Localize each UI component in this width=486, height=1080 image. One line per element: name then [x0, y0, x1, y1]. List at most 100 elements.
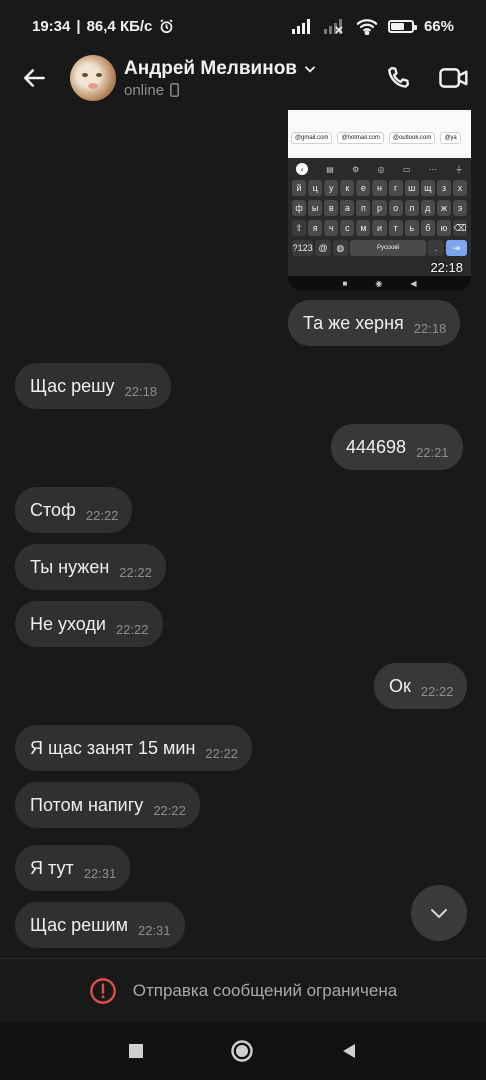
- key: ц: [308, 180, 323, 196]
- message-bubble-incoming[interactable]: Не уходи 22:22: [15, 601, 163, 647]
- key: о: [388, 200, 403, 216]
- messaging-restricted-bar: Отправка сообщений ограничена: [0, 958, 486, 1023]
- message-bubble-incoming[interactable]: Стоф 22:22: [15, 487, 133, 533]
- message-text: Ок: [389, 675, 411, 696]
- message-bubble-incoming[interactable]: Щас решим 22:31: [15, 902, 185, 948]
- online-status: online: [124, 81, 165, 99]
- message-bubble-outgoing[interactable]: 444698 22:21: [331, 424, 463, 470]
- message-time: 22:22: [119, 564, 152, 580]
- key: у: [324, 180, 339, 196]
- message-text: Ты нужен: [30, 556, 110, 577]
- message-time: 22:31: [83, 865, 117, 881]
- back-button[interactable]: [20, 63, 50, 93]
- key: к: [340, 180, 355, 196]
- chat-header: Андрей Мелвинов online: [0, 52, 486, 104]
- keyboard-toolbar: ‹ ▤ ⚙ ◎ ▭ ⋯ ⏚: [292, 162, 467, 176]
- message-time: 22:22: [420, 683, 454, 699]
- key: з: [436, 180, 451, 196]
- more-icon: ⋯: [428, 164, 437, 174]
- message-text: Я щас занят 15 мин: [30, 737, 196, 758]
- chevron-down-icon: [305, 65, 315, 73]
- avatar[interactable]: [70, 55, 116, 101]
- contact-name[interactable]: Андрей Мелвинов: [124, 58, 317, 80]
- contact-info[interactable]: Андрей Мелвинов online: [124, 58, 317, 99]
- key: а: [340, 200, 355, 216]
- wifi-icon: [356, 18, 378, 35]
- message-text: Потом напигу: [30, 794, 144, 815]
- scroll-to-bottom-button[interactable]: [411, 885, 467, 941]
- message-time: 22:22: [205, 745, 238, 761]
- alert-circle-icon: [89, 978, 116, 1004]
- palette-icon: ◎: [377, 164, 385, 174]
- alarm-icon: [160, 18, 174, 33]
- message-time: 22:22: [85, 507, 119, 523]
- message-time: 22:21: [416, 444, 449, 460]
- key: ф: [292, 200, 307, 216]
- back-nav-button[interactable]: [340, 1042, 358, 1060]
- signal-disabled-icon: [323, 19, 343, 34]
- key: д: [420, 200, 435, 216]
- key: ь: [404, 220, 419, 236]
- keyboard-row: й ц у к е н г ш щ з х: [292, 180, 468, 196]
- key: ?123: [292, 240, 314, 256]
- contact-name-label: Андрей Мелвинов: [124, 57, 297, 79]
- battery-percent: 66%: [423, 17, 454, 35]
- key: л: [404, 200, 419, 216]
- battery-level: [390, 22, 404, 30]
- message-bubble-outgoing[interactable]: Ок 22:22: [374, 663, 468, 709]
- mic-off-icon: ⏚: [454, 164, 463, 174]
- settings-icon: ⚙: [352, 164, 360, 174]
- keyboard-row: ?123 @ ◍ Русский . ⇥: [292, 240, 468, 256]
- phone-call-icon[interactable]: [384, 64, 412, 92]
- message-time: 22:22: [115, 621, 149, 637]
- system-navigation-bar: [0, 1022, 486, 1080]
- message-list[interactable]: @gmail.com @hotmail.com @outlook.com @ya…: [0, 104, 486, 958]
- message-text: 444698: [346, 436, 407, 457]
- restriction-text: Отправка сообщений ограничена: [132, 981, 398, 1000]
- key: б: [420, 220, 435, 236]
- key: с: [340, 220, 355, 236]
- message-time: 22:18: [413, 320, 447, 336]
- keyboard-row: ⇧ я ч с м и т ь б ю ⌫: [292, 220, 468, 236]
- screenshot-navbar: ■ ◉ ◀: [342, 279, 417, 288]
- arrow-left-icon: [24, 69, 45, 87]
- key: э: [452, 200, 468, 216]
- message-text: Я тут: [30, 857, 74, 878]
- screenshot-browser-area: @gmail.com @hotmail.com @outlook.com @ya: [288, 110, 471, 158]
- message-time: 22:31: [137, 922, 171, 938]
- message-text: Та же херня: [303, 312, 404, 333]
- message-bubble-incoming[interactable]: Я тут 22:31: [15, 845, 131, 891]
- key: и: [372, 220, 387, 236]
- message-bubble-incoming[interactable]: Щас решу 22:18: [15, 363, 172, 409]
- key: ж: [436, 200, 451, 216]
- recent-apps-button[interactable]: [128, 1043, 144, 1059]
- home-button[interactable]: [230, 1039, 254, 1063]
- message-text: Не уходи: [30, 613, 106, 634]
- key: т: [388, 220, 403, 236]
- message-bubble-outgoing[interactable]: Та же херня 22:18: [288, 300, 461, 346]
- keyboard-back-icon: ‹: [296, 163, 308, 175]
- screen-icon: ▭: [402, 164, 411, 174]
- status-bar: 19:34 | 86,4 КБ/с 66%: [32, 17, 454, 35]
- contact-status: online: [124, 82, 317, 99]
- email-chip: @ya: [440, 132, 461, 144]
- screenshot-keyboard: ‹ ▤ ⚙ ◎ ▭ ⋯ ⏚ й ц у к е н г ш щ з х ф ы …: [288, 158, 471, 276]
- key: я: [308, 220, 323, 236]
- message-bubble-incoming[interactable]: Потом напигу 22:22: [15, 782, 200, 828]
- key: н: [372, 180, 387, 196]
- key: ⇥: [445, 240, 468, 256]
- image-message[interactable]: @gmail.com @hotmail.com @outlook.com @ya…: [288, 110, 471, 291]
- key: г: [388, 180, 403, 196]
- signal-icon: [291, 19, 310, 34]
- key: ч: [324, 220, 339, 236]
- key: щ: [420, 180, 435, 196]
- video-call-icon[interactable]: [438, 64, 470, 92]
- message-bubble-incoming[interactable]: Я щас занят 15 мин 22:22: [15, 725, 252, 771]
- email-chip: @hotmail.com: [337, 132, 384, 144]
- key: ш: [404, 180, 419, 196]
- message-bubble-incoming[interactable]: Ты нужен 22:22: [15, 544, 166, 590]
- key: ю: [436, 220, 451, 236]
- phone-device-icon: [170, 83, 179, 97]
- key: п: [356, 200, 371, 216]
- chevron-down-icon: [431, 909, 447, 918]
